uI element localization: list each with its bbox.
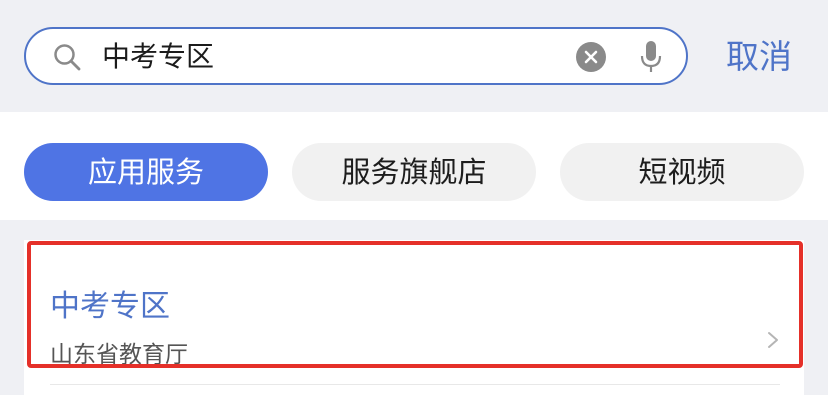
search-bar: 中考专区 取消	[0, 0, 828, 112]
list-item[interactable]: 中考专区 山东省教育厅	[24, 240, 804, 395]
chevron-right-icon	[768, 332, 778, 348]
clear-icon[interactable]	[576, 42, 606, 72]
search-icon	[54, 44, 81, 71]
result-subtitle: 山东省教育厅	[50, 342, 188, 368]
cancel-button[interactable]: 取消	[726, 36, 792, 78]
search-query-text[interactable]: 中考专区	[102, 39, 214, 75]
result-title: 中考专区	[50, 289, 170, 324]
tab-app-services[interactable]: 应用服务	[24, 143, 268, 201]
tab-short-videos[interactable]: 短视频	[560, 143, 804, 201]
microphone-icon[interactable]	[638, 39, 664, 75]
tab-flagship-stores[interactable]: 服务旗舰店	[292, 143, 536, 201]
search-input[interactable]: 中考专区	[24, 27, 688, 85]
category-tabs: 应用服务 服务旗舰店 短视频	[0, 112, 828, 220]
divider	[50, 384, 780, 385]
results-list: 中考专区 山东省教育厅	[0, 220, 828, 395]
